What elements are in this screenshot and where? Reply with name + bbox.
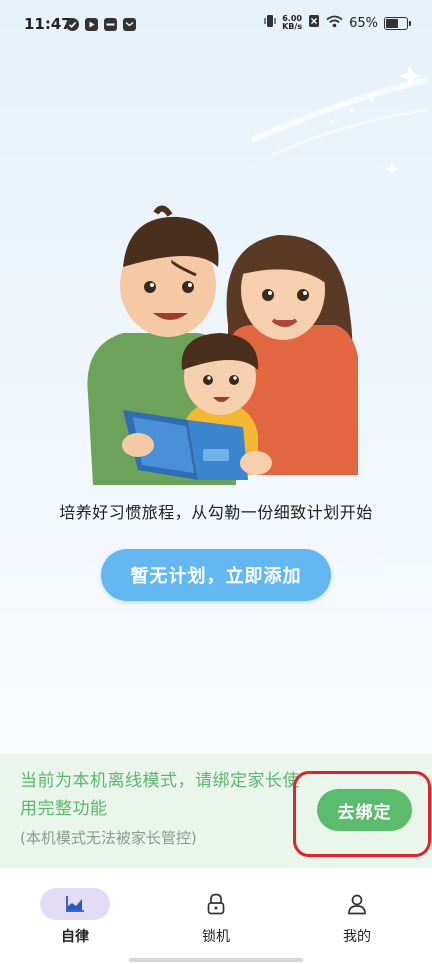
battery-icon xyxy=(384,16,411,30)
status-time: 11:47 xyxy=(24,15,72,33)
nav-icon-wrap xyxy=(322,888,392,920)
chart-icon xyxy=(66,896,84,912)
system-icons: 6.00 KB/s 65% xyxy=(264,14,411,32)
net-speed: 6.00 KB/s xyxy=(282,15,302,31)
battery-percent: 65% xyxy=(349,15,378,31)
vibrate-icon xyxy=(264,14,276,32)
bind-parent-button[interactable]: 去绑定 xyxy=(317,789,412,831)
person-icon xyxy=(348,894,366,915)
add-plan-button[interactable]: 暂无计划，立即添加 xyxy=(101,549,331,601)
status-bar: 11:47 6.00 KB/s 65% xyxy=(0,0,432,52)
battery-fill xyxy=(386,18,398,28)
home-indicator xyxy=(129,958,303,962)
nav-label: 锁机 xyxy=(202,929,230,945)
wifi-icon xyxy=(326,15,343,32)
offline-mode-note: (本机模式无法被家长管控) xyxy=(20,829,197,847)
net-speed-unit: KB/s xyxy=(282,22,303,31)
nav-label: 自律 xyxy=(61,929,89,945)
offline-mode-message: 当前为本机离线模式，请绑定家长使用完整功能 xyxy=(20,771,300,819)
family-reading-illustration xyxy=(87,205,358,485)
nav-label: 我的 xyxy=(343,929,371,945)
play-app-icon xyxy=(85,18,98,31)
slogan-text: 培养好习惯旅程，从勾勒一份细致计划开始 xyxy=(59,503,373,522)
nav-item-self-discipline[interactable]: 自律 xyxy=(25,888,125,946)
nav-icon-wrap xyxy=(40,888,110,920)
bottom-nav: 自律 锁机 我的 xyxy=(0,868,432,964)
app-icon xyxy=(104,18,117,31)
notification-icons xyxy=(66,18,136,31)
lock-icon xyxy=(207,893,225,915)
mail-app-icon xyxy=(123,18,136,31)
nav-item-lock[interactable]: 锁机 xyxy=(166,888,266,946)
sparkle-decoration xyxy=(250,65,428,176)
check-circle-icon xyxy=(66,18,79,31)
nav-item-mine[interactable]: 我的 xyxy=(307,888,407,946)
no-sim-icon xyxy=(308,14,320,32)
nav-icon-wrap xyxy=(181,888,251,920)
